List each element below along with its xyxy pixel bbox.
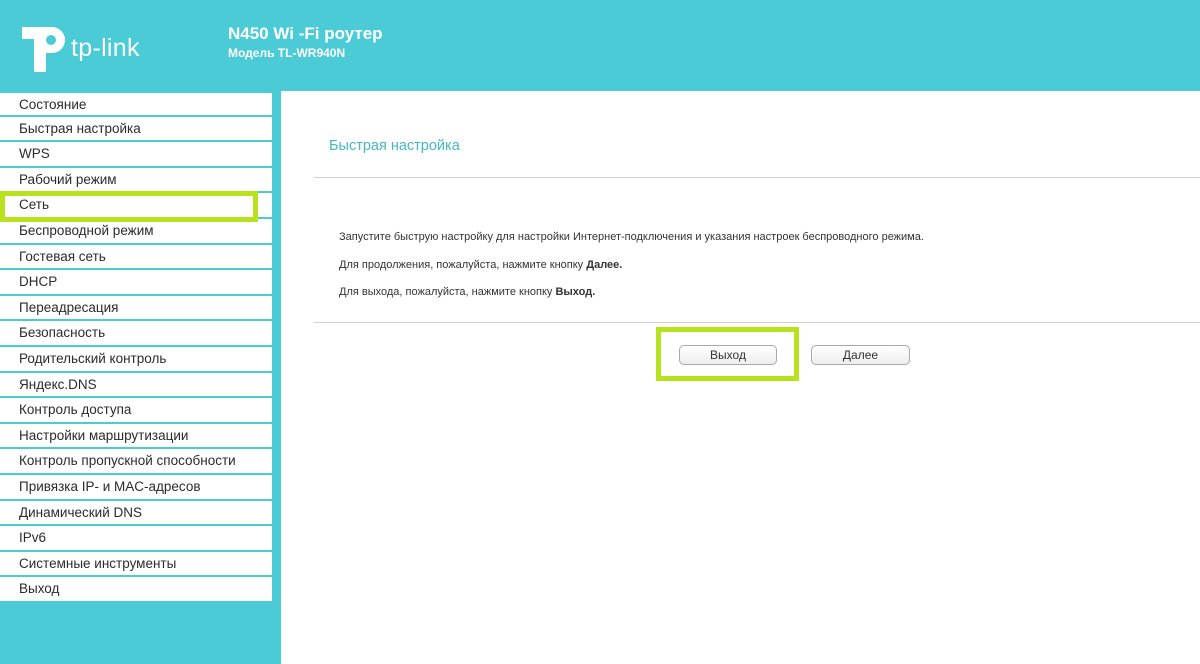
page-title: Быстрая настройка bbox=[329, 138, 460, 154]
tp-link-logo-icon bbox=[22, 27, 65, 72]
sidebar: Состояние Быстрая настройка WPS Рабочий … bbox=[0, 91, 281, 664]
product-title: N450 Wi -Fi роутер bbox=[228, 24, 383, 43]
sidebar-menu: Состояние Быстрая настройка WPS Рабочий … bbox=[0, 91, 272, 603]
sidebar-item-access-control[interactable]: Контроль доступа bbox=[0, 398, 272, 424]
exit-instruction-text: Для выхода, пожалуйста, нажмите кнопку bbox=[339, 286, 556, 298]
sidebar-item-forwarding[interactable]: Переадресация bbox=[0, 295, 272, 322]
next-button[interactable]: Далее bbox=[811, 345, 910, 365]
network-highlight-frame bbox=[0, 191, 258, 222]
header: tp-link N450 Wi -Fi роутер Модель TL-WR9… bbox=[0, 0, 1200, 91]
sidebar-item-routing[interactable]: Настройки маршрутизации bbox=[0, 423, 272, 450]
sidebar-item-ipv6[interactable]: IPv6 bbox=[0, 526, 272, 552]
exit-button[interactable]: Выход bbox=[679, 345, 777, 365]
sidebar-item-system-tools[interactable]: Системные инструменты bbox=[0, 551, 272, 578]
sidebar-item-yandex-dns[interactable]: Яндекс.DNS bbox=[0, 372, 272, 399]
sidebar-item-dynamic-dns[interactable]: Динамический DNS bbox=[0, 500, 272, 527]
main-panel: Быстрая настройка Запустите быструю наст… bbox=[281, 91, 1200, 664]
sidebar-item-bandwidth-control[interactable]: Контроль пропускной способности bbox=[0, 449, 272, 475]
exit-instruction-keyword: Выход. bbox=[555, 286, 596, 298]
sidebar-item-guest-network[interactable]: Гостевая сеть bbox=[0, 244, 272, 271]
product-info: N450 Wi -Fi роутер Модель TL-WR940N bbox=[228, 24, 383, 62]
continue-instruction-keyword: Далее. bbox=[586, 259, 623, 271]
sidebar-item-wireless[interactable]: Беспроводной режим bbox=[0, 218, 272, 245]
sidebar-item-security[interactable]: Безопасность bbox=[0, 321, 272, 347]
title-divider bbox=[314, 177, 1200, 178]
buttons-divider bbox=[314, 322, 1200, 323]
sidebar-item-parental-control[interactable]: Родительский контроль bbox=[0, 346, 272, 373]
brand-name: tp-link bbox=[71, 34, 140, 62]
tp-link-logo: tp-link bbox=[18, 22, 158, 72]
continue-instruction: Для продолжения, пожалуйста, нажмите кно… bbox=[339, 259, 622, 271]
sidebar-item-operation-mode[interactable]: Рабочий режим bbox=[0, 167, 272, 194]
sidebar-item-wps[interactable]: WPS bbox=[0, 142, 272, 168]
sidebar-item-quick-setup[interactable]: Быстрая настройка bbox=[0, 116, 272, 143]
sidebar-item-dhcp[interactable]: DHCP bbox=[0, 270, 272, 296]
intro-text: Запустите быструю настройку для настройк… bbox=[339, 231, 924, 243]
continue-instruction-text: Для продолжения, пожалуйста, нажмите кно… bbox=[339, 259, 587, 271]
exit-instruction: Для выхода, пожалуйста, нажмите кнопку В… bbox=[339, 286, 595, 298]
sidebar-item-ip-mac-binding[interactable]: Привязка IP- и MAC-адресов bbox=[0, 474, 272, 501]
product-model: Модель TL-WR940N bbox=[228, 46, 346, 60]
sidebar-item-logout[interactable]: Выход bbox=[0, 577, 272, 603]
sidebar-item-status[interactable]: Состояние bbox=[0, 91, 272, 117]
